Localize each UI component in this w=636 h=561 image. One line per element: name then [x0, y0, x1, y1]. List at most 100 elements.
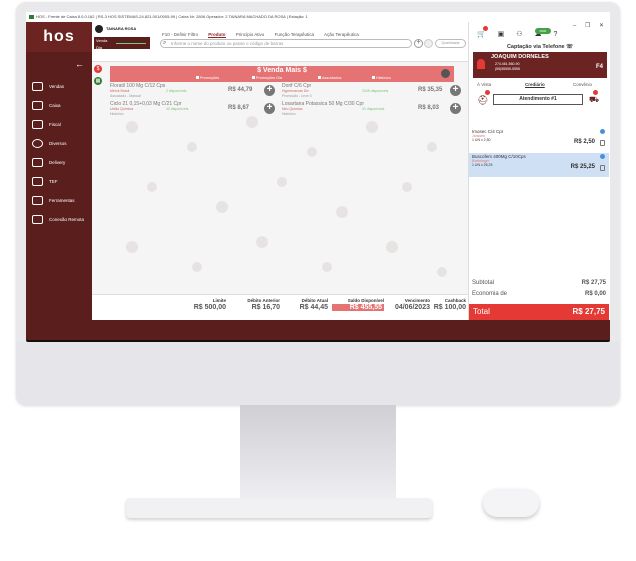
tab-principio-ativo[interactable]: Princípio Ativo: [236, 32, 265, 37]
dollar-badge-icon[interactable]: $: [94, 65, 102, 73]
subtotal-row: Subtotal R$ 27,75: [469, 280, 609, 291]
capture-label: Captação via Telefone ☏: [469, 44, 610, 50]
legend-promocoes-dia[interactable]: Promoções Dia: [252, 76, 282, 80]
sidebar-item-vendas[interactable]: Vendas: [32, 80, 90, 94]
client-phone: (55)55555-5555: [495, 67, 520, 71]
info-icon[interactable]: [600, 129, 605, 134]
product-item[interactable]: Dorif C/6 Cpr Hypermarcas Div Promoção -…: [282, 84, 462, 101]
attendance-selector[interactable]: Atendimento #1: [493, 94, 583, 105]
top-panel: TAINARA ROSA Venda Dia F10 - Definir Fil…: [92, 22, 468, 62]
search-icon: ⌕: [163, 40, 167, 46]
current-debt-value: R$ 44,45: [299, 304, 328, 311]
economy-value: R$ 0,00: [584, 291, 606, 297]
total-label: Total: [473, 307, 490, 316]
product-price: R$ 8,03: [418, 105, 440, 111]
cart-item[interactable]: Imosec C/4 Cpr Janssen 1 UN x 2,50 R$ 2,…: [469, 128, 609, 152]
sidebar-item-diversos[interactable]: Diversos: [32, 137, 90, 151]
cashback-field: Cashback R$ 100,00: [422, 298, 466, 311]
document-icon[interactable]: ▣: [498, 31, 505, 38]
tab-convenio[interactable]: Convênio: [573, 82, 592, 87]
cart-icon[interactable]: 🛒: [477, 31, 486, 38]
client-name: JOAQUIM DORNELES: [491, 54, 549, 60]
mouse: [483, 489, 539, 517]
delivery-truck-icon[interactable]: ⛟: [589, 95, 599, 105]
economy-row: Economia de R$ 0,00: [469, 291, 609, 302]
user-name: TAINARA ROSA: [106, 26, 137, 31]
phone-icon: ☏: [566, 44, 574, 50]
bottom-bar: [92, 320, 610, 340]
monitor-chin: [16, 342, 620, 405]
calendar-badge-icon[interactable]: ▦: [94, 77, 102, 85]
add-product-button[interactable]: +: [264, 103, 275, 114]
tab-acao-terapeutica[interactable]: Ação Terapêutica: [324, 32, 359, 37]
sidebar-item-fiscal[interactable]: Fiscal: [32, 118, 90, 132]
tab-definir-filtro[interactable]: F10 - Definir Filtro: [162, 32, 198, 37]
sidebar-item-label: Conexão Remota: [49, 217, 85, 222]
product-item[interactable]: Ciclo 21 0,15+0,03 Mg C/21 Cpr União Quí…: [110, 102, 290, 119]
tab-a-vista[interactable]: À Vista: [477, 82, 491, 87]
previous-debt-label: Débito Anterior: [247, 298, 280, 303]
client-cpf: 274.461.560-90: [495, 62, 520, 66]
trash-icon[interactable]: [600, 165, 605, 171]
sidebar-item-caixa[interactable]: Caixa: [32, 99, 90, 113]
sales-progress-bar: [116, 43, 146, 44]
product-type: Histórico: [282, 112, 296, 116]
client-card[interactable]: JOAQUIM DORNELES 274.461.560-90 (55)5555…: [473, 52, 607, 78]
limit-label: Limite: [212, 298, 226, 303]
whatsapp-badge: 0000: [535, 28, 551, 34]
legend-promocoes[interactable]: Promoções: [196, 76, 219, 80]
trash-icon[interactable]: [600, 140, 605, 146]
tab-funcao-terapeutica[interactable]: Função Terapêutica: [275, 32, 314, 37]
minimize-button[interactable]: –: [573, 23, 576, 29]
total-bar[interactable]: Total R$ 27,75: [469, 304, 609, 320]
economy-label: Economia de: [472, 291, 508, 297]
maximize-button[interactable]: ❐: [585, 23, 590, 29]
logo: hos: [26, 22, 92, 52]
monitor-stand: [240, 405, 396, 510]
back-arrow-icon[interactable]: ←: [75, 59, 84, 69]
tab-produto[interactable]: Produto: [208, 32, 226, 38]
quantity-field[interactable]: Quantidade: [435, 39, 466, 48]
add-product-button[interactable]: +: [450, 85, 461, 96]
banner-settings-icon[interactable]: [441, 69, 450, 78]
legend-associados[interactable]: Associados: [318, 76, 341, 80]
legend-historico[interactable]: Histórico: [372, 76, 391, 80]
product-item[interactable]: Losartana Potassica 50 Mg C/30 Cpr Neo Q…: [282, 102, 462, 119]
totals: Subtotal R$ 27,75 Economia de R$ 0,00: [469, 280, 609, 302]
add-product-button[interactable]: +: [450, 103, 461, 114]
product-item[interactable]: Floratil 100 Mg C/12 Cps Merck Brasil As…: [110, 84, 290, 101]
available-balance-field: Saldo Disponível R$ 455,55: [332, 298, 384, 311]
add-product-button[interactable]: +: [264, 85, 275, 96]
pharmacy-bag-icon[interactable]: ⛑: [477, 95, 488, 106]
sidebar-item-delivery[interactable]: Delivery: [32, 156, 90, 170]
limit-field: Limite R$ 500,00: [172, 298, 226, 311]
user-avatar[interactable]: [95, 25, 103, 33]
more-icon: [32, 139, 43, 149]
previous-debt-field: Débito Anterior R$ 16,70: [230, 298, 280, 311]
cash-register-icon: [32, 101, 43, 111]
increase-quantity-button[interactable]: +: [414, 39, 423, 48]
product-price: R$ 35,35: [418, 87, 443, 93]
sidebar-item-conexao-remota[interactable]: Conexão Remota: [32, 213, 90, 227]
sidebar-item-tef[interactable]: TEF: [32, 175, 90, 189]
product-stock: 31 disponíveis: [362, 107, 385, 111]
info-icon[interactable]: [600, 154, 605, 159]
sell-more-banner: $ Venda Mais $ Promoções Promoções Dia A…: [110, 66, 454, 82]
product-type: Associado - Manual: [110, 94, 141, 98]
help-icon[interactable]: ?: [553, 31, 557, 38]
search-input[interactable]: ⌕ Informe o nome do produto ou passe o c…: [160, 39, 412, 48]
decrease-quantity-button[interactable]: [424, 39, 433, 48]
sidebar-item-ferramentas[interactable]: Ferramentas: [32, 194, 90, 208]
users-icon[interactable]: ⚇: [516, 31, 522, 38]
cart-item-selected[interactable]: Buscofem 400Mg C/10Cps Boehringer 1 UN x…: [469, 153, 609, 177]
tab-crediario[interactable]: Crediário: [525, 82, 545, 87]
sales-label: Venda: [96, 38, 108, 43]
close-button[interactable]: ✕: [599, 23, 604, 29]
product-type: Histórico: [110, 112, 124, 116]
app-icon: [29, 14, 34, 19]
credit-summary: Limite R$ 500,00 Débito Anterior R$ 16,7…: [92, 294, 468, 320]
keyboard: [126, 498, 432, 518]
product-price: R$ 8,67: [228, 105, 250, 111]
current-debt-field: Débito Atual R$ 44,45: [284, 298, 328, 311]
cashback-label: Cashback: [444, 298, 466, 303]
